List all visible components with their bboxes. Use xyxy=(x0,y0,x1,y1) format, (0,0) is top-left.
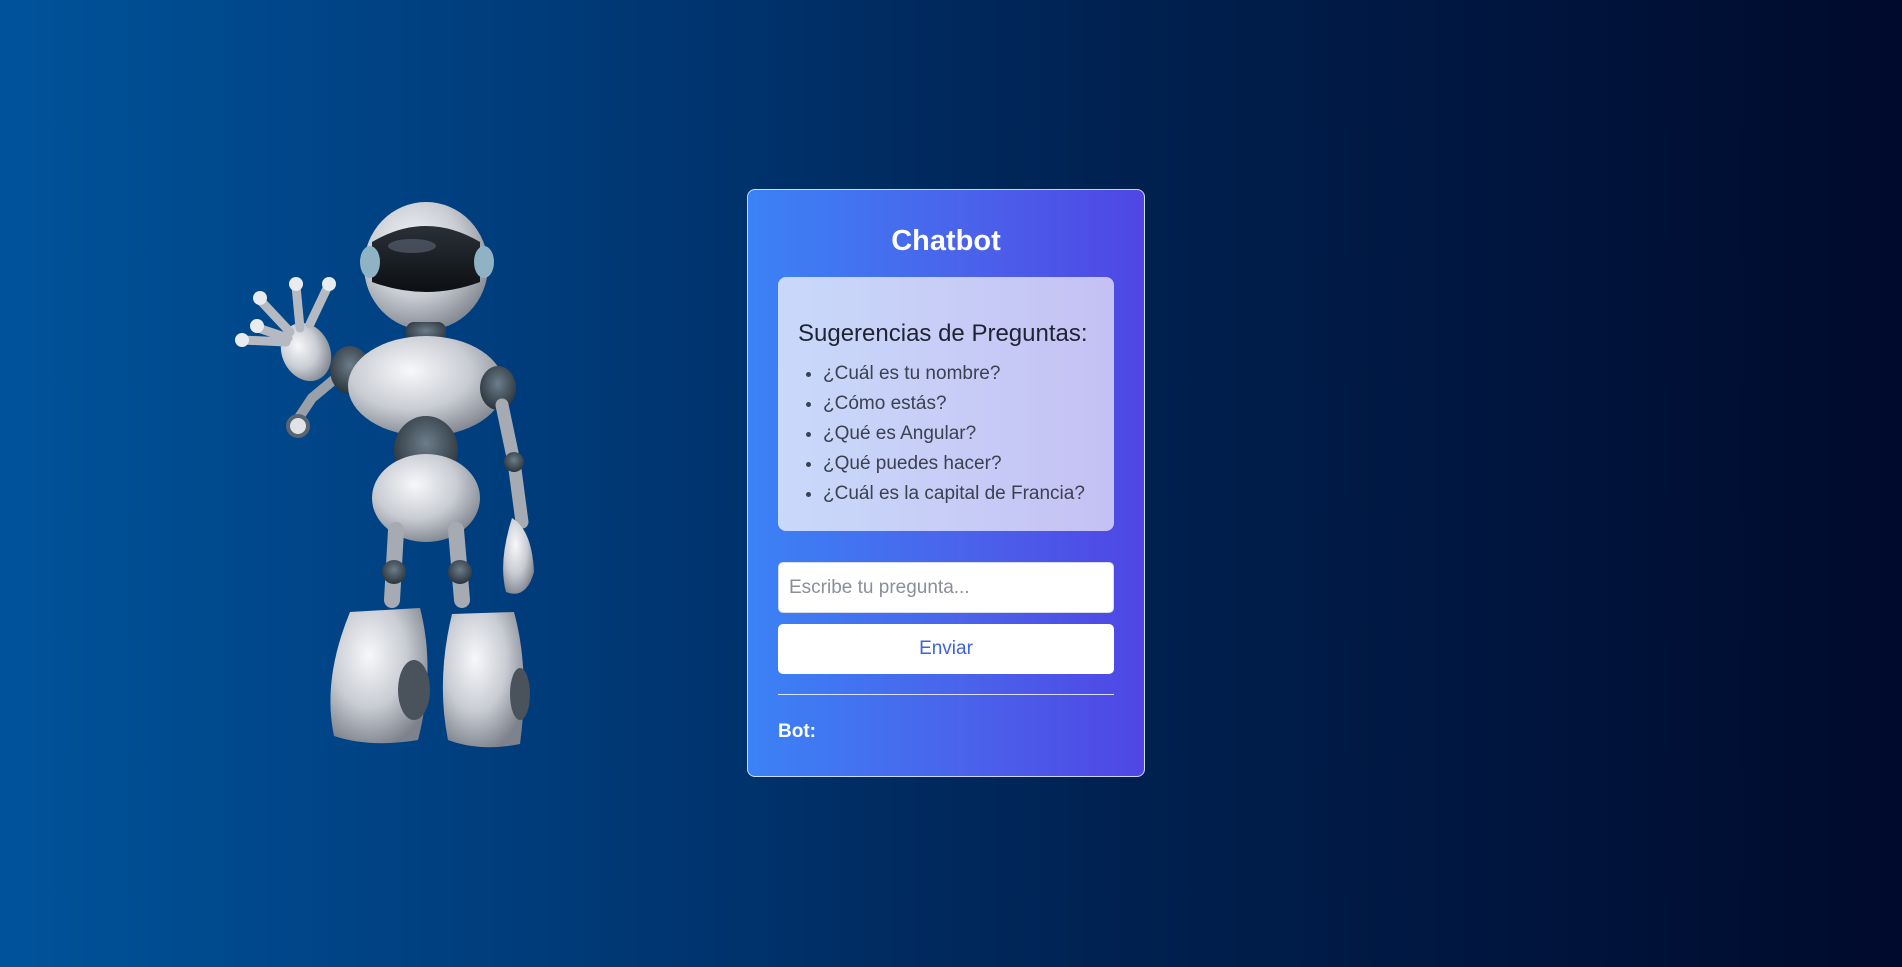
robot-illustration xyxy=(235,202,534,748)
suggestion-item[interactable]: ¿Qué es Angular? xyxy=(823,419,1094,449)
chatbot-card: Chatbot Sugerencias de Preguntas: ¿Cuál … xyxy=(747,189,1145,777)
chatbot-title: Chatbot xyxy=(891,225,1001,257)
suggestions-list: ¿Cuál es tu nombre? ¿Cómo estás? ¿Qué es… xyxy=(798,359,1094,509)
question-input[interactable] xyxy=(778,562,1114,613)
divider xyxy=(778,694,1114,695)
suggestion-item[interactable]: ¿Cuál es la capital de Francia? xyxy=(823,479,1094,509)
suggestions-panel: Sugerencias de Preguntas: ¿Cuál es tu no… xyxy=(778,277,1114,531)
suggestion-item[interactable]: ¿Qué puedes hacer? xyxy=(823,449,1094,479)
suggestion-item[interactable]: ¿Cómo estás? xyxy=(823,389,1094,419)
suggestion-item[interactable]: ¿Cuál es tu nombre? xyxy=(823,359,1094,389)
send-button[interactable]: Enviar xyxy=(778,624,1114,674)
suggestions-title: Sugerencias de Preguntas: xyxy=(798,320,1088,347)
bot-label: Bot: xyxy=(778,721,816,742)
bot-response: Bot: xyxy=(778,720,1114,744)
